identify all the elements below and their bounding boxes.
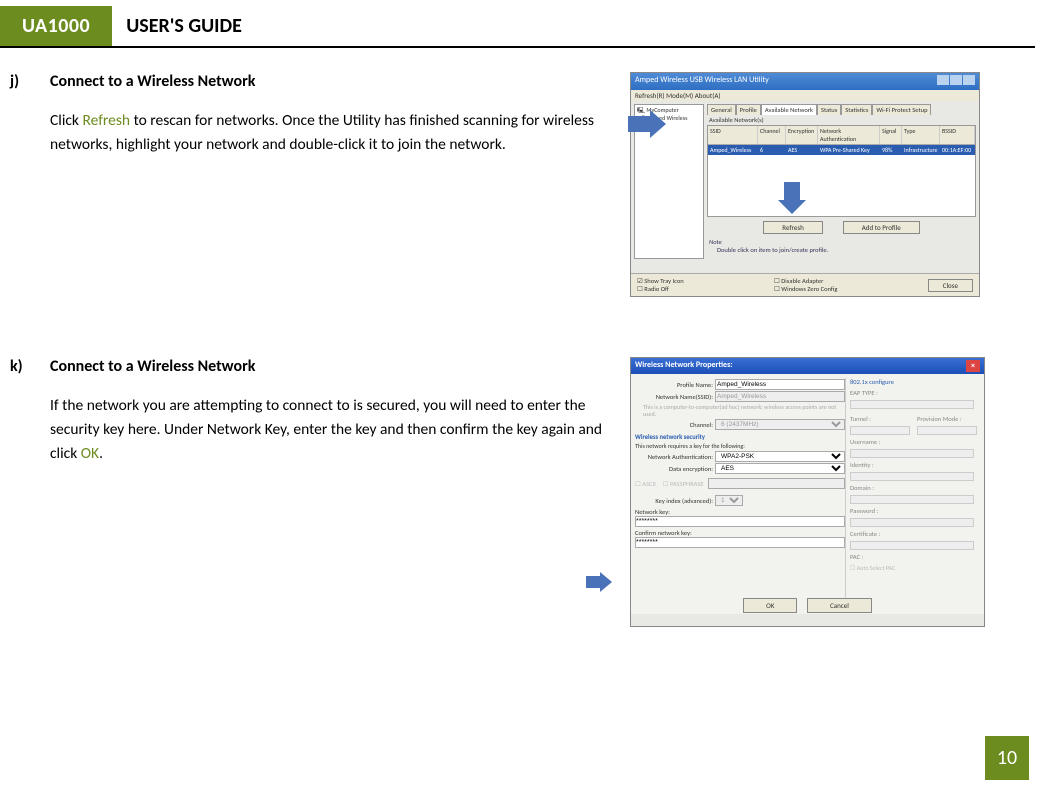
windows-zero-check[interactable]: ☐ Windows Zero Config: [774, 285, 837, 293]
page-header: UA1000 USER'S GUIDE: [0, 6, 1035, 48]
enc-select[interactable]: AES: [715, 463, 845, 474]
window-buttons[interactable]: [936, 75, 975, 88]
marker-j: j): [10, 72, 38, 91]
figure2-area: Wireless Network Properties: × Profile N…: [630, 357, 985, 627]
tabs[interactable]: General Profile Available Network Status…: [707, 104, 976, 115]
radio-off-check[interactable]: ☐ Radio Off: [637, 285, 684, 293]
ok-highlight: OK: [81, 444, 99, 463]
add-to-profile-button[interactable]: Add to Profile: [843, 221, 920, 234]
section-k-para: If the network you are attempting to con…: [50, 394, 610, 466]
page-number: 10: [985, 736, 1029, 780]
section-k: k) Connect to a Wireless Network If the …: [10, 357, 1025, 627]
fig1-titlebar: Amped Wireless USB Wireless LAN Utility: [631, 73, 979, 90]
cancel-button[interactable]: Cancel: [807, 598, 872, 613]
refresh-highlight: Refresh: [82, 111, 130, 130]
network-key-input[interactable]: [635, 516, 845, 527]
product-badge: UA1000: [0, 6, 112, 46]
arrow-right-icon: [628, 110, 666, 138]
refresh-button[interactable]: Refresh: [763, 221, 822, 234]
profile-name-input[interactable]: [715, 379, 845, 390]
section-k-heading: Connect to a Wireless Network: [50, 357, 610, 376]
tab-wps[interactable]: Wi-Fi Protect Setup: [872, 104, 931, 115]
marker-k: k): [10, 357, 38, 376]
network-table[interactable]: SSID Channel Encryption Network Authenti…: [707, 125, 976, 217]
close-icon[interactable]: ×: [966, 360, 980, 372]
auth-select[interactable]: WPA2-PSK: [715, 451, 845, 462]
section-j-text: Connect to a Wireless Network Click Refr…: [50, 72, 610, 157]
section-k-text: Connect to a Wireless Network If the net…: [50, 357, 610, 466]
section-k-body: Connect to a Wireless Network If the net…: [50, 357, 1025, 627]
channel-select: 6 (2437MHz): [715, 419, 845, 430]
tab-general[interactable]: General: [707, 104, 736, 115]
network-row-selected[interactable]: Amped_Wireless 6 AES WPA Pre-Shared Key …: [708, 145, 975, 155]
tab-status[interactable]: Status: [817, 104, 841, 115]
section-j-para: Click Refresh to rescan for networks. On…: [50, 109, 610, 157]
key-index-select: 1: [715, 495, 743, 506]
disable-adapter-check[interactable]: ☐ Disable Adapter: [774, 277, 837, 285]
arrow-right-icon: [586, 572, 612, 592]
tab-available-network[interactable]: Available Network: [761, 104, 817, 115]
page-title: USER'S GUIDE: [112, 6, 256, 46]
tab-statistics[interactable]: Statistics: [841, 104, 872, 115]
tab-profile[interactable]: Profile: [736, 104, 761, 115]
ssid-input: [715, 391, 845, 402]
figure1-area: Amped Wireless USB Wireless LAN Utility …: [630, 72, 980, 297]
close-button[interactable]: Close: [928, 279, 973, 292]
section-j-body: Connect to a Wireless Network Click Refr…: [50, 72, 1025, 297]
confirm-key-input[interactable]: [635, 537, 845, 548]
show-tray-check[interactable]: ☑ Show Tray Icon: [637, 277, 684, 285]
ok-button[interactable]: OK: [743, 598, 797, 613]
content: j) Connect to a Wireless Network Click R…: [0, 48, 1053, 627]
fig2-titlebar: Wireless Network Properties: ×: [631, 358, 984, 374]
section-j-heading: Connect to a Wireless Network: [50, 72, 610, 91]
arrow-down-icon: [778, 182, 806, 214]
fig1-menubar[interactable]: Refresh(R) Mode(M) About(A): [631, 90, 979, 101]
figure2: Wireless Network Properties: × Profile N…: [630, 357, 985, 627]
section-j: j) Connect to a Wireless Network Click R…: [10, 72, 1025, 297]
